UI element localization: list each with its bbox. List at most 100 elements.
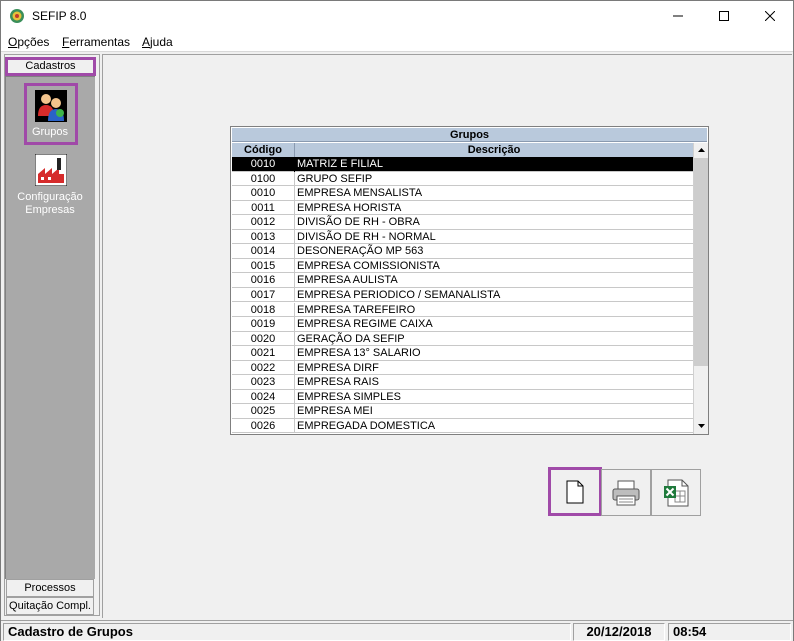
table-row[interactable]: 0019 EMPRESA REGIME CAIXA — [232, 317, 693, 332]
cell-descricao: MATRIZ E FILIAL — [297, 158, 383, 170]
cell-descricao: EMPRESA SIMPLES — [297, 390, 401, 403]
arrow-down-icon — [697, 424, 705, 428]
table-row[interactable]: 0100 GRUPO SEFIP — [232, 171, 693, 187]
new-record-button[interactable] — [548, 467, 602, 516]
factory-icon[interactable] — [35, 154, 67, 186]
column-header-descricao[interactable]: Descrição — [295, 143, 693, 157]
table-row[interactable]: 0010 EMPRESA MENSALISTA — [232, 186, 693, 201]
cell-codigo: 0012 — [232, 215, 295, 230]
table-row[interactable]: 0022 EMPRESA DIRF — [232, 360, 693, 376]
cell-descricao: EMPRESA COMISSIONISTA — [297, 259, 440, 272]
menu-ferramentas[interactable]: Ferramentas — [62, 35, 130, 49]
menu-bar: Opções Ferramentas Ajuda — [1, 31, 793, 52]
title-bar[interactable]: SEFIP 8.0 — [1, 1, 793, 31]
cell-descricao: EMPRESA RAIS — [297, 376, 379, 389]
cell-descricao: DIVISÃO DE RH - OBRA — [297, 216, 420, 229]
table-row[interactable]: 0025 EMPRESA MEI — [232, 404, 693, 419]
cell-descricao: EMPRESA MEI — [297, 405, 373, 418]
window-title: SEFIP 8.0 — [32, 9, 87, 23]
cell-codigo: 0018 — [232, 302, 295, 317]
table-row[interactable]: 0017 EMPRESA PERIODICO / SEMANALISTA — [232, 287, 693, 303]
cell-descricao: EMPRESA HORISTA — [297, 201, 402, 214]
cell-codigo: 0014 — [232, 244, 295, 259]
cell-codigo: 0010 — [232, 157, 295, 172]
table-row[interactable]: 0013 DIVISÃO DE RH - NORMAL — [232, 229, 693, 245]
cell-codigo: 0020 — [232, 331, 295, 347]
minimize-button[interactable] — [655, 1, 701, 31]
cell-codigo: 0019 — [232, 317, 295, 332]
cell-codigo: 0025 — [232, 404, 295, 419]
new-document-icon — [566, 480, 584, 503]
cell-descricao: EMPREGADA DOMESTICA — [297, 419, 436, 432]
cell-codigo: 0015 — [232, 258, 295, 274]
sidebar-panel — [5, 76, 95, 579]
cell-descricao: DESONERAÇÃO MP 563 — [297, 245, 424, 258]
table-row[interactable]: 0021 EMPRESA 13° SALARIO — [232, 346, 693, 361]
export-excel-button[interactable] — [651, 469, 701, 516]
table-row[interactable]: 0020 GERAÇÃO DA SEFIP — [232, 331, 693, 347]
tab-cadastros[interactable]: Cadastros — [5, 57, 96, 76]
cell-codigo: 0024 — [232, 389, 295, 405]
cell-descricao: EMPRESA MENSALISTA — [297, 187, 423, 200]
maximize-icon — [719, 11, 729, 21]
scroll-up-button[interactable] — [694, 143, 708, 157]
cell-codigo: 0100 — [232, 171, 295, 187]
cell-descricao: EMPRESA TAREFEIRO — [297, 303, 416, 316]
arrow-up-icon — [697, 148, 705, 152]
close-button[interactable] — [747, 1, 793, 31]
cell-descricao: GERAÇÃO DA SEFIP — [297, 332, 405, 345]
cell-descricao: EMPRESA PERIODICO / SEMANALISTA — [297, 288, 501, 301]
sefip-app-icon — [10, 9, 24, 23]
table-row[interactable]: 0010 MATRIZ E FILIAL — [232, 157, 693, 172]
menu-opcoes[interactable]: Opções — [8, 35, 49, 49]
grupos-table[interactable]: Grupos Código Descrição 0010 MATRIZ E FIL… — [230, 126, 709, 435]
table-row[interactable]: 0016 EMPRESA AULISTA — [232, 273, 693, 288]
maximize-button[interactable] — [701, 1, 747, 31]
menu-ajuda[interactable]: Ajuda — [142, 35, 173, 49]
cell-descricao: GRUPO SEFIP — [297, 172, 373, 185]
cell-codigo: 0013 — [232, 229, 295, 245]
table-row[interactable]: 0011 EMPRESA HORISTA — [232, 200, 693, 216]
table-row[interactable]: 0023 EMPRESA RAIS — [232, 375, 693, 390]
sidebar-item-grupos-label[interactable]: Grupos — [5, 126, 95, 138]
cell-codigo: 0016 — [232, 273, 295, 288]
table-row[interactable]: 0024 EMPRESA SIMPLES — [232, 389, 693, 405]
print-button[interactable] — [601, 469, 651, 516]
close-icon — [765, 11, 775, 21]
table-row[interactable]: 0014 DESONERAÇÃO MP 563 — [232, 244, 693, 259]
cell-descricao: EMPRESA AULISTA — [297, 274, 398, 287]
status-time: 08:54 — [668, 623, 791, 641]
table-row[interactable]: 0018 EMPRESA TAREFEIRO — [232, 302, 693, 317]
table-row[interactable]: 0015 EMPRESA COMISSIONISTA — [232, 258, 693, 274]
cell-descricao: EMPRESA DIRF — [297, 361, 379, 374]
cell-codigo: 0022 — [232, 360, 295, 376]
cell-descricao: EMPRESA REGIME CAIXA — [297, 318, 433, 331]
status-date: 20/12/2018 — [573, 623, 665, 641]
minimize-icon — [673, 15, 683, 17]
app-window: SEFIP 8.0 Opções Ferramentas Ajuda Cadas… — [0, 0, 794, 641]
cell-codigo: 0023 — [232, 375, 295, 390]
scroll-thumb[interactable] — [694, 158, 708, 366]
tab-quitacao-compl[interactable]: Quitação Compl. — [6, 597, 94, 615]
status-bar: Cadastro de Grupos 20/12/2018 08:54 — [1, 620, 793, 641]
vertical-scrollbar[interactable] — [693, 143, 708, 434]
table-title: Grupos — [232, 128, 707, 142]
table-row[interactable]: 0012 DIVISÃO DE RH - OBRA — [232, 215, 693, 230]
sidebar-item-config-empresas-label-2[interactable]: Empresas — [5, 204, 95, 216]
cell-codigo: 0021 — [232, 346, 295, 361]
table-row[interactable]: 0026 EMPREGADA DOMESTICA — [232, 418, 693, 434]
cell-codigo: 0010 — [232, 186, 295, 201]
printer-icon — [612, 480, 640, 505]
excel-export-icon — [664, 479, 689, 506]
cell-descricao: DIVISÃO DE RH - NORMAL — [297, 230, 436, 243]
scroll-down-button[interactable] — [694, 419, 708, 433]
table-body: 0010 MATRIZ E FILIAL 0100 GRUPO SEFIP 0010 EM… — [232, 157, 693, 434]
cell-descricao: EMPRESA 13° SALARIO — [297, 347, 421, 360]
column-header-codigo[interactable]: Código — [232, 143, 295, 157]
status-message: Cadastro de Grupos — [3, 623, 571, 641]
table-header: Código Descrição — [232, 143, 693, 157]
tab-processos[interactable]: Processos — [6, 579, 94, 597]
sidebar-item-config-empresas-label-1[interactable]: Configuração — [5, 191, 95, 203]
cell-codigo: 0017 — [232, 287, 295, 303]
users-group-icon[interactable] — [35, 90, 67, 122]
